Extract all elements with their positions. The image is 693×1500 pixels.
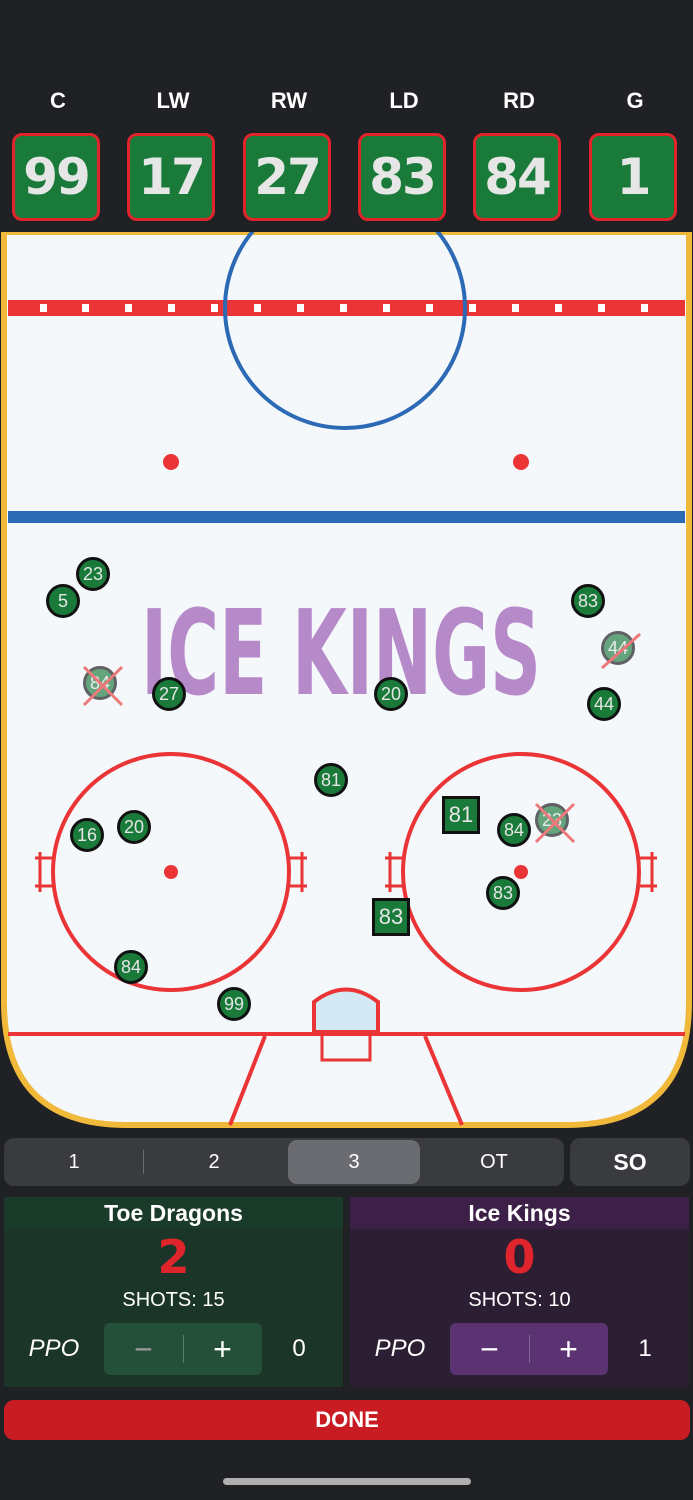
ppo-value: 1 <box>638 1335 652 1362</box>
done-button[interactable]: DONE <box>4 1400 690 1440</box>
player-marker-crossed[interactable]: 44 <box>600 631 642 670</box>
line-positions: C 99 LW 17 RW 27 LD 83 RD 84 G 1 <box>0 85 693 230</box>
position-label: RW <box>270 88 308 113</box>
player-marker[interactable]: 44 <box>587 687 621 721</box>
position-player-number[interactable]: 83 <box>358 133 446 221</box>
team-logo-text: ICE KINGS <box>141 584 541 722</box>
player-marker[interactable]: 84 <box>114 950 148 984</box>
player-marker-crossed[interactable]: 84 <box>82 665 124 707</box>
player-marker[interactable]: 5 <box>46 584 80 618</box>
position-lw[interactable]: LW 17 <box>127 85 219 221</box>
marker-number: 99 <box>223 994 245 1014</box>
player-marker[interactable]: 99 <box>217 987 251 1021</box>
team-shots: SHOTS: 15 <box>122 1289 225 1311</box>
marker-number: 81 <box>320 770 342 790</box>
period-3-button[interactable]: 3 <box>288 1140 420 1184</box>
shootout-button[interactable]: SO <box>570 1138 690 1186</box>
marker-number: 81 <box>448 802 474 827</box>
goal-crease <box>312 987 380 1034</box>
divider <box>143 1150 144 1174</box>
position-label: LD <box>389 88 419 113</box>
position-rw[interactable]: RW 27 <box>243 85 335 221</box>
player-marker[interactable]: 20 <box>374 677 408 711</box>
marker-number: 5 <box>57 591 68 611</box>
faceoff-dot <box>513 454 529 470</box>
rink-canvas[interactable]: ICE KINGS 23 5 84 27 20 83 44 44 81 20 1… <box>0 232 693 1132</box>
marker-number: 83 <box>492 883 514 903</box>
marker-number: 23 <box>82 564 104 584</box>
ppo-stepper: − + <box>104 1323 262 1375</box>
marker-number: 83 <box>378 904 404 929</box>
player-marker[interactable]: 27 <box>152 677 186 711</box>
team-score: 2 <box>157 1230 190 1284</box>
position-label: RD <box>503 88 535 113</box>
marker-number: 44 <box>593 694 615 714</box>
position-player-number[interactable]: 1 <box>589 133 677 221</box>
faceoff-dot <box>164 865 178 879</box>
ppo-increment-button[interactable]: + <box>529 1323 608 1375</box>
marker-number: 20 <box>380 684 402 704</box>
home-indicator[interactable] <box>223 1478 471 1485</box>
ppo-increment-button[interactable]: + <box>183 1323 262 1375</box>
period-ot-button[interactable]: OT <box>426 1140 562 1184</box>
player-marker-square[interactable]: 81 <box>442 796 480 834</box>
position-g[interactable]: G 1 <box>589 85 681 221</box>
team-name: Toe Dragons <box>4 1197 343 1229</box>
marker-number: 27 <box>158 684 180 704</box>
player-marker-crossed[interactable]: 23 <box>534 802 576 844</box>
ppo-decrement-button[interactable]: − <box>450 1323 529 1375</box>
player-marker[interactable]: 23 <box>76 557 110 591</box>
faceoff-dot <box>514 865 528 879</box>
center-line-dashes <box>40 304 648 312</box>
marker-number: 20 <box>123 817 145 837</box>
player-marker[interactable]: 84 <box>497 813 531 847</box>
position-player-number[interactable]: 17 <box>127 133 215 221</box>
player-marker-square[interactable]: 83 <box>372 898 410 936</box>
team-panel-away: Ice Kings 0 SHOTS: 10 PPO − + 1 <box>350 1197 689 1387</box>
ppo-label: PPO <box>374 1335 426 1362</box>
ppo-decrement-button[interactable]: − <box>104 1323 183 1375</box>
ppo-row: PPO − + 1 <box>350 1315 689 1387</box>
team-panel-home: Toe Dragons 2 SHOTS: 15 PPO − + 0 <box>4 1197 343 1387</box>
ppo-row: PPO − + 0 <box>4 1315 343 1387</box>
marker-number: 16 <box>76 825 98 845</box>
faceoff-dot <box>163 454 179 470</box>
period-segmented-control: 1 2 3 OT <box>4 1138 564 1186</box>
team-shots: SHOTS: 10 <box>468 1289 571 1311</box>
position-label: G <box>626 88 644 113</box>
marker-number: 23 <box>541 810 563 830</box>
marker-number: 44 <box>607 638 629 658</box>
player-marker[interactable]: 83 <box>571 584 605 618</box>
player-marker[interactable]: 16 <box>70 818 104 852</box>
team-name: Ice Kings <box>350 1197 689 1229</box>
position-label: C <box>50 88 66 113</box>
position-player-number[interactable]: 84 <box>473 133 561 221</box>
team-score: 0 <box>503 1230 536 1284</box>
position-label: LW <box>156 88 190 113</box>
ppo-stepper: − + <box>450 1323 608 1375</box>
blue-line <box>8 511 685 523</box>
marker-number: 84 <box>120 957 142 977</box>
marker-number: 84 <box>89 673 111 693</box>
marker-number: 83 <box>577 591 599 611</box>
position-c[interactable]: C 99 <box>12 85 104 221</box>
position-player-number[interactable]: 99 <box>12 133 100 221</box>
period-2-button[interactable]: 2 <box>146 1140 282 1184</box>
position-player-number[interactable]: 27 <box>243 133 331 221</box>
ppo-label: PPO <box>28 1335 80 1362</box>
player-marker[interactable]: 81 <box>314 763 348 797</box>
ppo-value: 0 <box>292 1335 306 1362</box>
player-marker[interactable]: 83 <box>486 876 520 910</box>
player-marker[interactable]: 20 <box>117 810 151 844</box>
position-ld[interactable]: LD 83 <box>358 85 450 221</box>
period-1-button[interactable]: 1 <box>6 1140 142 1184</box>
position-rd[interactable]: RD 84 <box>473 85 565 221</box>
marker-number: 84 <box>503 820 525 840</box>
period-selector: 1 2 3 OT SO <box>4 1138 690 1186</box>
